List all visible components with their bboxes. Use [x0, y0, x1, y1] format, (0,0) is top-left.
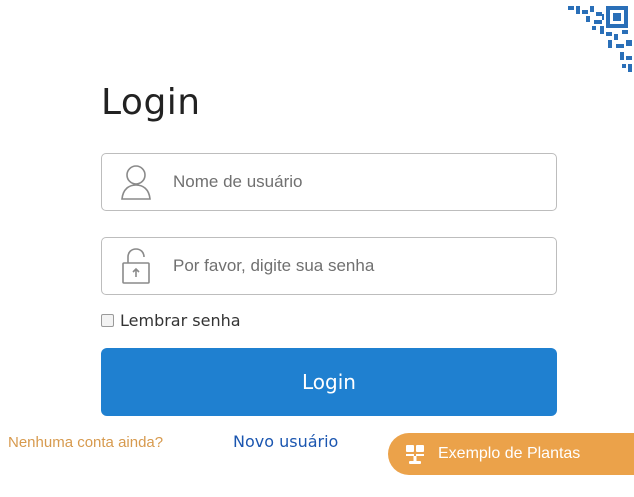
remember-checkbox[interactable] [101, 314, 114, 327]
plant-examples-label: Exemplo de Plantas [438, 445, 581, 462]
lock-icon [119, 246, 153, 286]
username-field[interactable] [101, 153, 557, 211]
login-page: Login Lembrar senha Login Nenhuma conta … [0, 0, 634, 497]
no-account-text: Nenhuma conta ainda? [8, 434, 164, 451]
new-user-link[interactable]: Novo usuário [233, 432, 338, 451]
username-input[interactable] [173, 154, 556, 210]
user-icon [119, 162, 153, 202]
password-input[interactable] [173, 238, 556, 294]
remember-password[interactable]: Lembrar senha [101, 311, 241, 330]
plant-examples-button[interactable]: Exemplo de Plantas [388, 433, 634, 475]
plant-icon [404, 443, 426, 465]
page-title: Login [101, 82, 201, 123]
remember-label: Lembrar senha [120, 311, 241, 330]
login-button[interactable]: Login [101, 348, 557, 416]
password-field[interactable] [101, 237, 557, 295]
qr-code-icon[interactable] [546, 0, 634, 100]
